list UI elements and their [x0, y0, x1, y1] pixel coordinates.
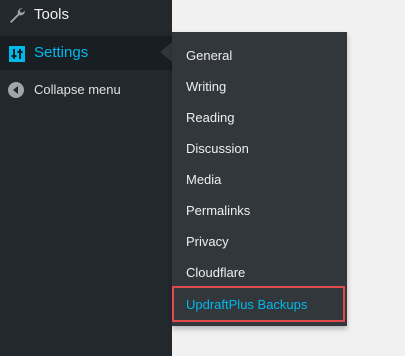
- submenu-item-reading[interactable]: Reading: [186, 110, 234, 125]
- menu-item-settings[interactable]: Settings: [0, 36, 172, 70]
- submenu-item-media[interactable]: Media: [186, 172, 221, 187]
- updraftplus-backups-label: UpdraftPlus Backups: [186, 297, 308, 312]
- submenu-item-cloudflare[interactable]: Cloudflare: [186, 265, 245, 280]
- admin-sidebar: Tools Settings Collapse menu: [0, 0, 172, 356]
- submenu-item-permalinks[interactable]: Permalinks: [186, 203, 250, 218]
- menu-item-tools[interactable]: Tools: [0, 0, 172, 31]
- collapse-arrow-icon: [7, 81, 27, 101]
- wrench-icon: [7, 6, 27, 26]
- submenu-item-privacy[interactable]: Privacy: [186, 234, 229, 249]
- submenu-item-discussion[interactable]: Discussion: [186, 141, 249, 156]
- settings-label: Settings: [34, 44, 89, 61]
- submenu-item-general[interactable]: General: [186, 48, 232, 63]
- collapse-menu-button[interactable]: Collapse menu: [0, 78, 172, 102]
- collapse-label: Collapse menu: [34, 82, 121, 97]
- sliders-icon: [7, 44, 27, 64]
- submenu-item-updraftplus-backups[interactable]: UpdraftPlus Backups: [172, 286, 345, 322]
- tools-label: Tools: [34, 6, 70, 23]
- submenu-pointer: [160, 42, 172, 62]
- settings-submenu: General Writing Reading Discussion Media…: [172, 32, 347, 326]
- submenu-item-writing[interactable]: Writing: [186, 79, 226, 94]
